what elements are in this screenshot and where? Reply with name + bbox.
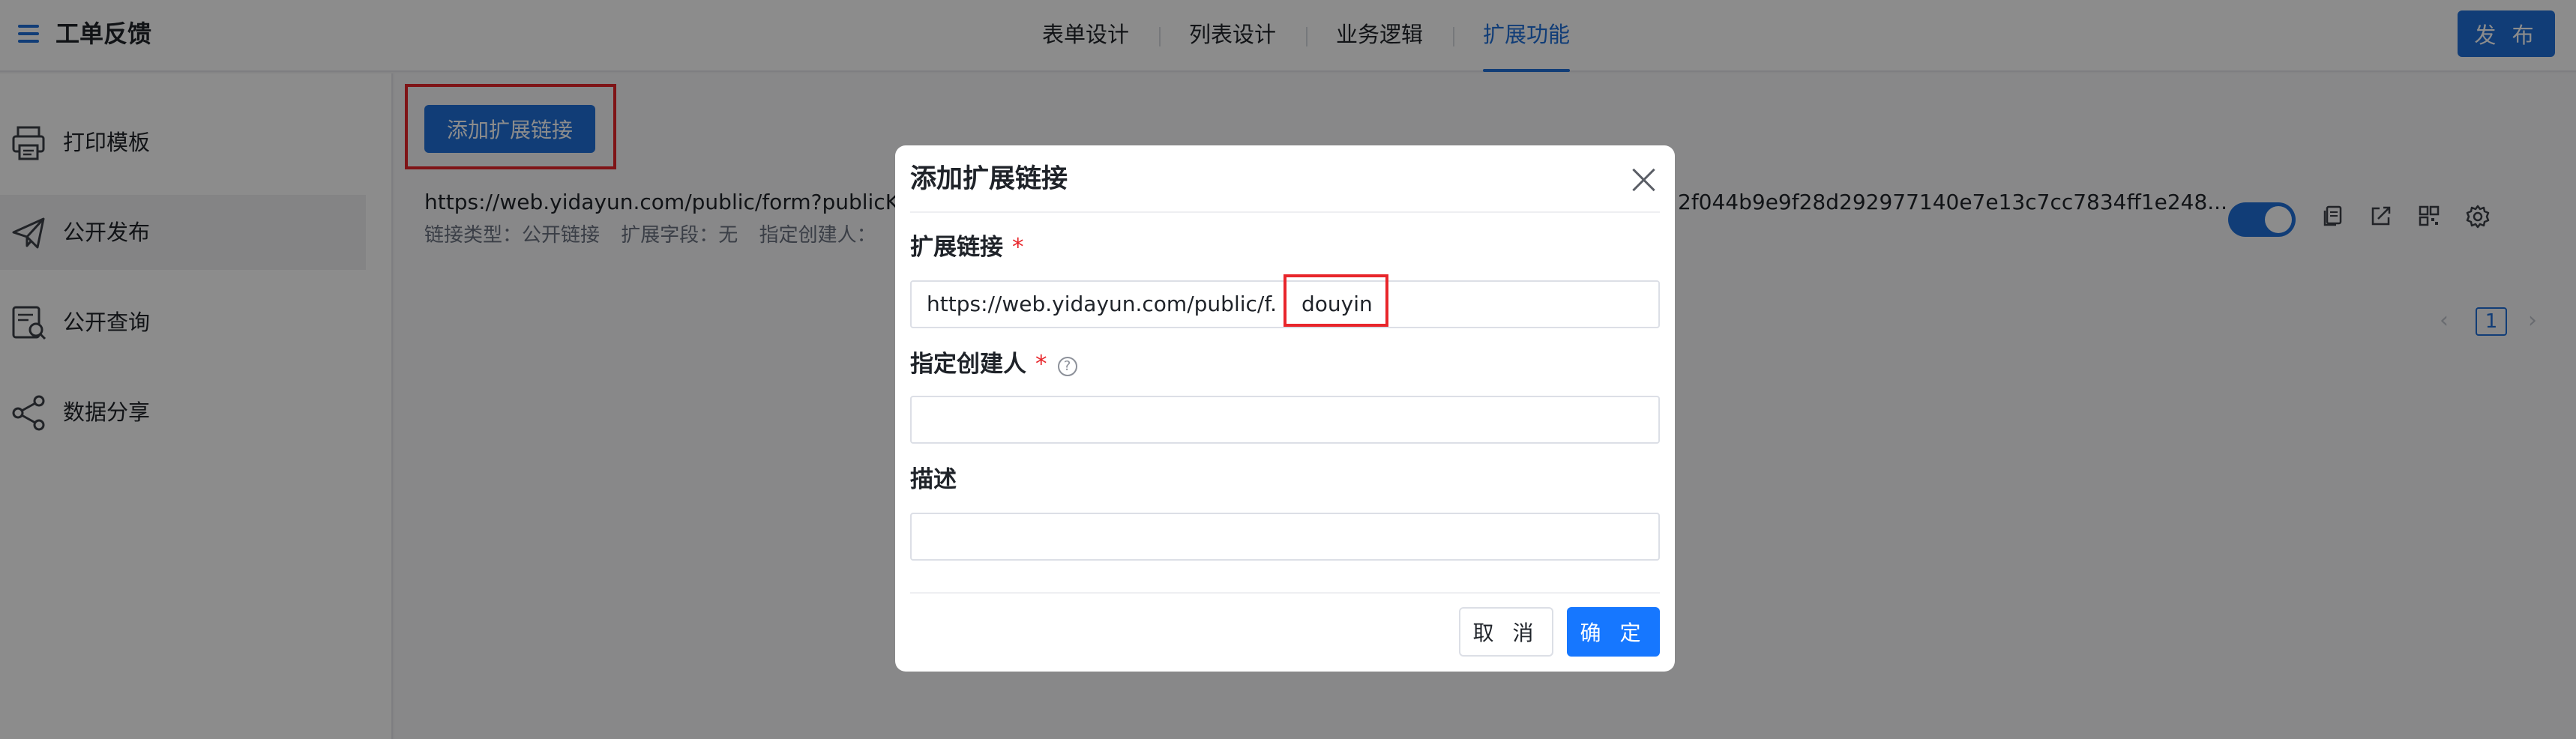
creator-label-text: 指定创建人 [910, 351, 1026, 378]
description-label: 描述 [910, 466, 957, 493]
dialog-divider [910, 211, 1660, 213]
required-mark: * [1035, 351, 1047, 378]
extension-link-label-text: 扩展链接 [910, 234, 1003, 261]
extension-link-label: 扩展链接 * [910, 231, 1024, 264]
dialog-footer-divider [910, 592, 1660, 594]
confirm-button[interactable]: 确 定 [1567, 607, 1660, 657]
creator-label: 指定创建人 *? [910, 348, 1077, 381]
required-mark: * [1012, 234, 1024, 261]
description-input[interactable] [910, 513, 1660, 561]
extension-link-prefix: https://web.yidayun.com/public/f... [927, 292, 1279, 316]
close-icon[interactable] [1628, 165, 1658, 195]
annotation-highlight [1284, 274, 1388, 327]
help-icon[interactable]: ? [1057, 357, 1077, 376]
add-extension-link-dialog: 添加扩展链接 扩展链接 * https://web.yidayun.com/pub… [895, 145, 1675, 672]
cancel-button[interactable]: 取 消 [1459, 607, 1553, 657]
creator-input[interactable] [910, 396, 1660, 444]
dialog-title: 添加扩展链接 [910, 164, 1068, 194]
